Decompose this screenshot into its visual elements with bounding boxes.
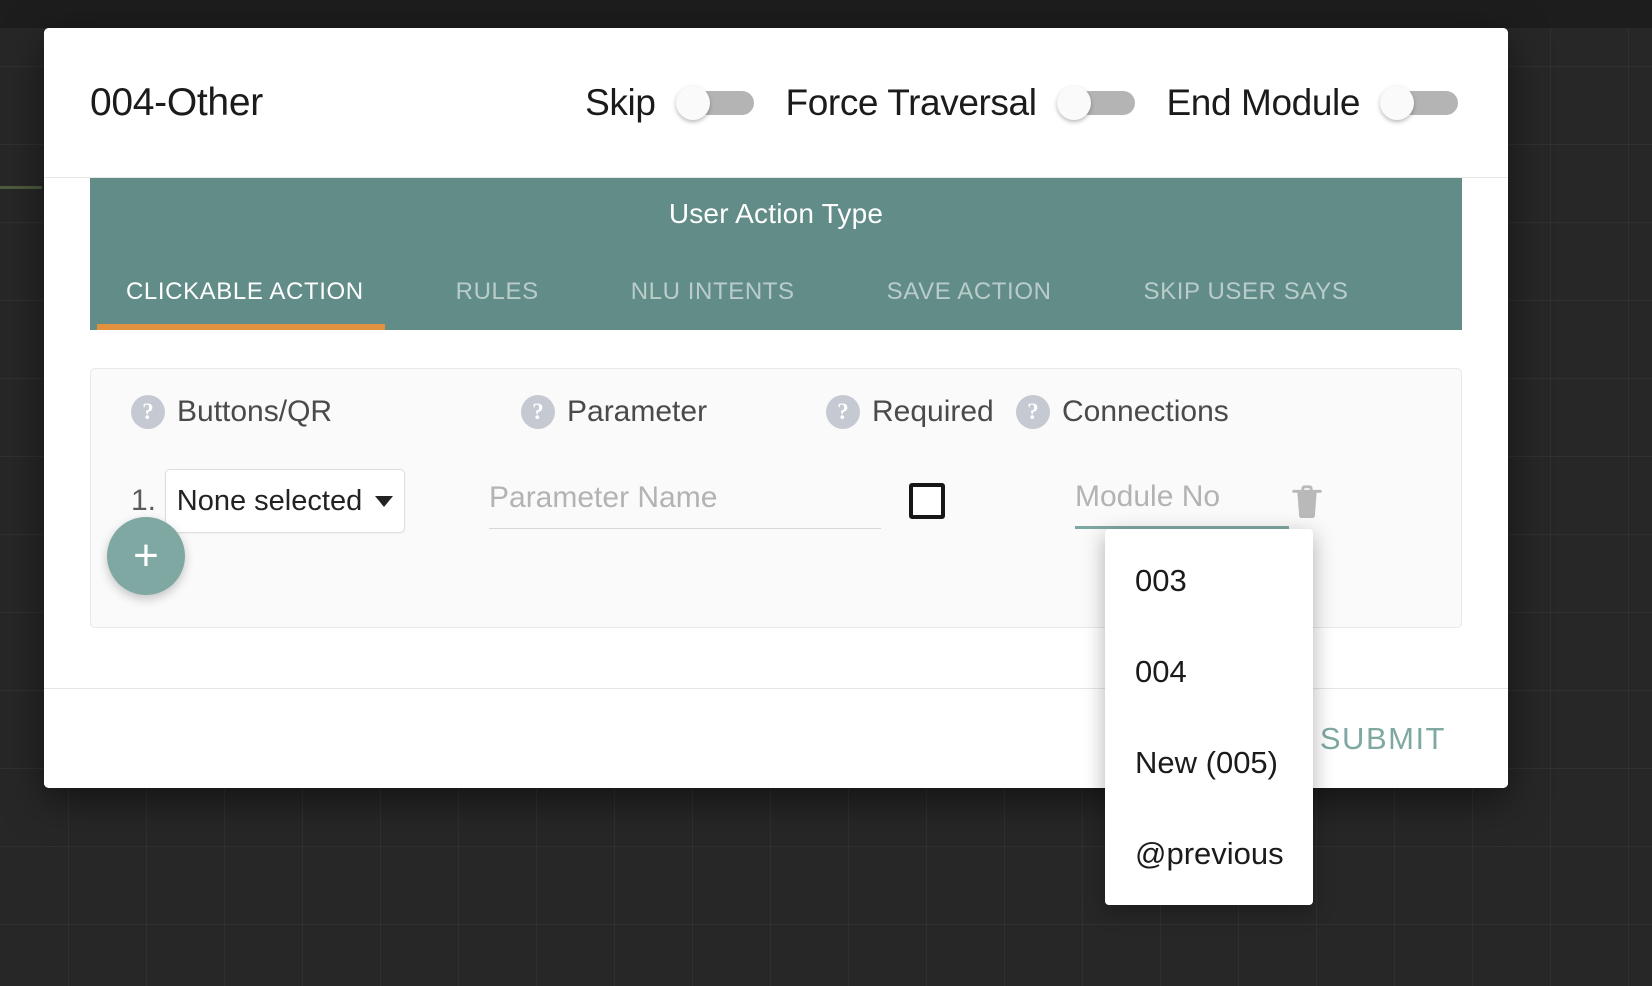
dropdown-option-new-005[interactable]: New (005) <box>1105 717 1313 808</box>
tab-nlu-intents[interactable]: NLU INTENTS <box>631 278 795 330</box>
form-column-headers: ? Buttons/QR ? Parameter ? Required ? Co… <box>91 369 1461 455</box>
canvas-top-strip <box>0 0 1652 28</box>
tab-bar: CLICKABLE ACTION RULES NLU INTENTS SAVE … <box>90 252 1462 330</box>
buttons-qr-select-value: None selected <box>176 484 363 517</box>
required-cell <box>881 483 1075 519</box>
required-checkbox[interactable] <box>909 483 945 519</box>
canvas-edge-marker <box>0 186 42 189</box>
column-header-buttons-qr: ? Buttons/QR <box>131 395 521 429</box>
parameter-field-cell <box>489 473 881 529</box>
dropdown-option-003[interactable]: 003 <box>1105 535 1313 626</box>
question-mark-icon[interactable]: ? <box>521 395 555 429</box>
toggle-force-traversal[interactable]: Force Traversal <box>786 82 1135 124</box>
chevron-down-icon <box>375 495 394 507</box>
toggle-end-module-switch[interactable] <box>1380 85 1458 120</box>
question-mark-icon[interactable]: ? <box>131 395 165 429</box>
module-no-input[interactable] <box>1075 473 1289 529</box>
question-mark-icon[interactable]: ? <box>1016 395 1050 429</box>
trash-icon[interactable] <box>1287 481 1327 525</box>
toggle-end-module-label: End Module <box>1166 81 1361 123</box>
dropdown-option-004[interactable]: 004 <box>1105 626 1313 717</box>
switch-knob <box>675 85 710 120</box>
dropdown-option-previous[interactable]: @previous <box>1105 808 1313 899</box>
column-label-required: Required <box>872 395 994 428</box>
column-header-connections: ? Connections <box>1016 395 1256 429</box>
toggle-force-traversal-switch[interactable] <box>1056 85 1135 120</box>
user-action-type-title: User Action Type <box>668 198 884 229</box>
tab-save-action[interactable]: SAVE ACTION <box>887 278 1052 330</box>
tab-clickable-action[interactable]: CLICKABLE ACTION <box>126 278 364 330</box>
add-row-button[interactable]: + <box>107 517 185 595</box>
connections-field-cell <box>1075 473 1289 529</box>
switch-knob <box>1056 85 1091 120</box>
toggle-end-module[interactable]: End Module <box>1167 82 1458 124</box>
toggle-skip-switch[interactable] <box>675 85 754 120</box>
column-header-parameter: ? Parameter <box>521 395 826 429</box>
toggle-skip-label: Skip <box>585 81 656 123</box>
submit-button[interactable]: SUBMIT <box>1314 720 1452 758</box>
header-toggle-group: Skip Force Traversal End Module <box>585 82 1508 124</box>
user-action-type-panel: User Action Type CLICKABLE ACTION RULES … <box>90 178 1462 330</box>
row-index: 1. <box>131 484 157 517</box>
module-no-dropdown-menu: 003 004 New (005) @previous <box>1105 529 1313 905</box>
column-label-parameter: Parameter <box>567 395 708 428</box>
toggle-force-traversal-label: Force Traversal <box>785 81 1037 123</box>
column-label-connections: Connections <box>1062 395 1229 428</box>
module-title: 004-Other <box>90 80 263 124</box>
question-mark-icon[interactable]: ? <box>826 395 860 429</box>
tab-skip-user-says[interactable]: SKIP USER SAYS <box>1144 278 1349 330</box>
switch-knob <box>1380 85 1414 120</box>
parameter-name-input[interactable] <box>489 473 881 529</box>
buttons-qr-select[interactable]: None selected <box>165 469 405 533</box>
toggle-skip[interactable]: Skip <box>585 81 754 124</box>
tab-rules[interactable]: RULES <box>456 278 539 330</box>
dialog-header: 004-Other Skip Force Traversal End Modul… <box>44 28 1508 178</box>
active-tab-indicator <box>97 324 385 330</box>
column-label-buttons-qr: Buttons/QR <box>177 395 333 428</box>
column-header-required: ? Required <box>826 395 1016 429</box>
